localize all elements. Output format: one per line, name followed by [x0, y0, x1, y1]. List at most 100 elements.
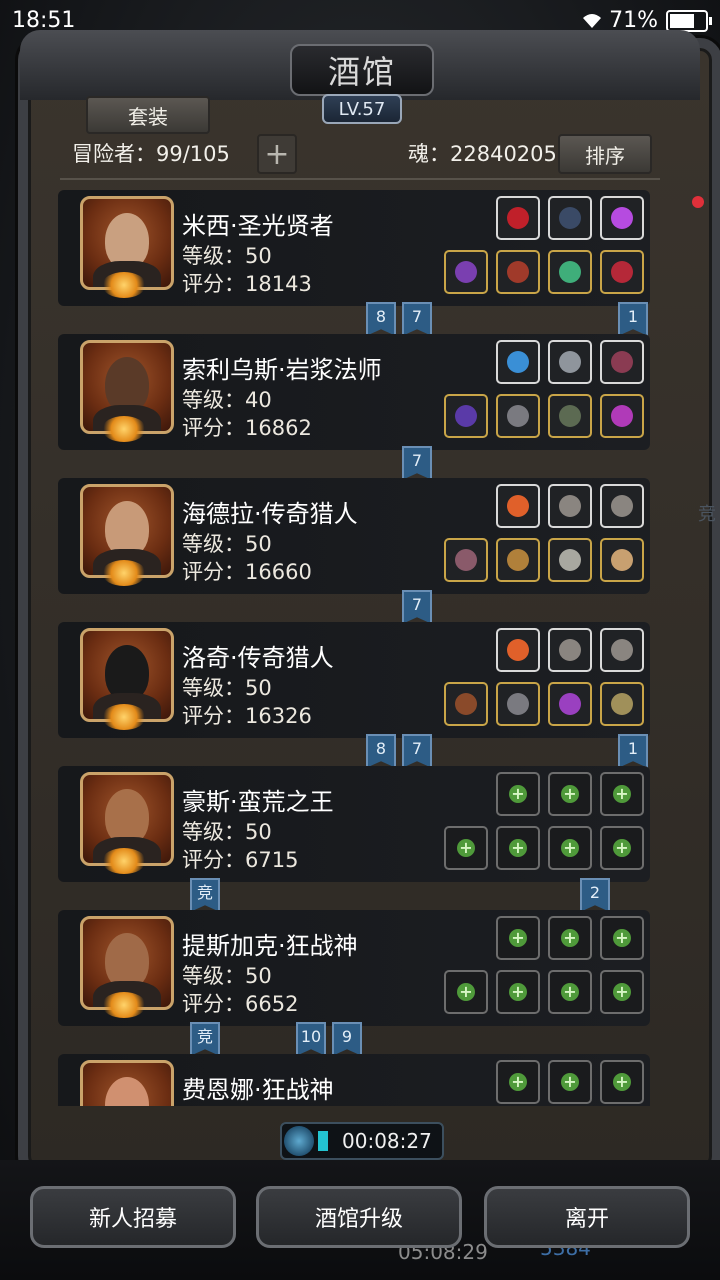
skill-ribbon: 竞	[190, 878, 220, 912]
feather-icon[interactable]	[600, 628, 644, 672]
empty-equip-slot[interactable]: +	[496, 1060, 540, 1104]
hero-name: 索利乌斯·岩浆法师	[182, 356, 382, 384]
empty-equip-slot[interactable]: +	[496, 970, 540, 1014]
gold-bracer-icon[interactable]	[600, 538, 644, 582]
hero-card[interactable]: 豪斯·蛮荒之王 等级：50 评分：6715 + + + + + + +	[58, 766, 650, 882]
divider	[60, 178, 660, 180]
hero-level: 等级：50	[182, 676, 272, 700]
dagger-icon[interactable]	[444, 538, 488, 582]
skill-ribbon: 8	[366, 302, 396, 336]
gold-armor-icon[interactable]	[496, 538, 540, 582]
hero-name: 海德拉·传奇猎人	[182, 500, 358, 528]
hero-level: 等级：50	[182, 964, 272, 988]
side-badge: 竞	[698, 504, 716, 525]
empty-equip-slot[interactable]: +	[496, 916, 540, 960]
hero-name: 洛奇·传奇猎人	[182, 644, 334, 672]
timer-bar	[318, 1131, 328, 1151]
hero-score: 评分：6715	[182, 848, 299, 872]
empty-equip-slot[interactable]: +	[548, 1060, 592, 1104]
hero-card[interactable]: 索利乌斯·岩浆法师等级：40 评分：16862	[58, 334, 650, 450]
timer-text: 00:08:27	[342, 1129, 432, 1153]
empty-equip-slot[interactable]: +	[600, 1060, 644, 1104]
skill-ribbon: 10	[296, 1022, 326, 1056]
dark-cloak-icon[interactable]	[600, 340, 644, 384]
purple-staff-icon[interactable]	[444, 250, 488, 294]
hero-name: 提斯加克·狂战神	[182, 932, 358, 960]
hero-score: 评分：16862	[182, 416, 312, 440]
green-ring-icon[interactable]	[548, 250, 592, 294]
skill-ribbon: 7	[402, 734, 432, 768]
set-button[interactable]: 套装	[86, 96, 210, 134]
purple-helm-icon[interactable]	[548, 682, 592, 726]
ruby-heart-icon[interactable]	[496, 196, 540, 240]
hero-list[interactable]: 米西·圣光贤者 等级：50 评分：18143 8 7 1 索利乌斯·岩浆法师 等级：40 评分：…	[58, 190, 662, 1106]
empty-equip-slot[interactable]: +	[600, 916, 644, 960]
hero-name: 费恩娜·狂战神	[182, 1076, 334, 1104]
battery-icon	[666, 9, 712, 32]
crimson-amulet-icon[interactable]	[600, 250, 644, 294]
sort-button[interactable]: 排序	[558, 134, 652, 174]
empty-equip-slot[interactable]: +	[548, 772, 592, 816]
hero-card[interactable]: 费恩娜·狂战神 + + +	[58, 1054, 650, 1106]
skill-ribbon: 9	[332, 1022, 362, 1056]
leave-button[interactable]: 离开	[484, 1186, 690, 1248]
adventurer-count: 冒险者：99/105	[72, 142, 230, 166]
magenta-gauntlet-icon[interactable]	[600, 394, 644, 438]
skill-ribbon: 1	[618, 302, 648, 336]
skill-ribbon: 2	[580, 878, 610, 912]
blue-orb-icon[interactable]	[496, 340, 540, 384]
hero-portrait[interactable]	[80, 1060, 174, 1106]
hero-card[interactable]: 米西·圣光贤者 等级：50 评分：18143	[58, 190, 650, 306]
wifi-icon	[583, 13, 602, 28]
hero-card[interactable]: 提斯加克·狂战神 等级：50 评分：6652 + + + + + + +	[58, 910, 650, 1026]
skill-ribbon: 7	[402, 590, 432, 624]
feather-icon[interactable]	[548, 628, 592, 672]
empty-equip-slot[interactable]: +	[548, 916, 592, 960]
purple-gem-icon[interactable]	[600, 196, 644, 240]
skill-ribbon: 竞	[190, 1022, 220, 1056]
feather-icon[interactable]	[600, 484, 644, 528]
empty-equip-slot[interactable]: +	[444, 826, 488, 870]
add-capacity-button[interactable]: +	[257, 134, 297, 174]
feather-icon[interactable]	[548, 484, 592, 528]
helmet-icon[interactable]	[548, 394, 592, 438]
fire-rune-icon[interactable]	[496, 484, 540, 528]
skill-ribbon: 1	[618, 734, 648, 768]
empty-equip-slot[interactable]: +	[496, 772, 540, 816]
skill-ribbon: 7	[402, 446, 432, 480]
hero-card[interactable]: 洛奇·传奇猎人等级：50 评分：16326	[58, 622, 650, 738]
upgrade-tavern-button[interactable]: 酒馆升级	[256, 1186, 462, 1248]
empty-equip-slot[interactable]: +	[600, 826, 644, 870]
beast-pet-icon[interactable]	[600, 682, 644, 726]
empty-equip-slot[interactable]: +	[548, 970, 592, 1014]
hero-score: 评分：16326	[182, 704, 312, 728]
hero-card[interactable]: 海德拉·传奇猎人 等级：50 评分：16660	[58, 478, 650, 594]
fire-rune-icon[interactable]	[496, 628, 540, 672]
chest-armor-icon[interactable]	[496, 682, 540, 726]
gold-helm-icon[interactable]	[548, 538, 592, 582]
red-armor-icon[interactable]	[496, 250, 540, 294]
rank-emblem-icon	[102, 992, 146, 1018]
dark-bow-icon[interactable]	[548, 196, 592, 240]
recruit-button[interactable]: 新人招募	[30, 1186, 236, 1248]
notification-dot	[692, 196, 704, 208]
skill-ribbon: 7	[402, 302, 432, 336]
empty-equip-slot[interactable]: +	[600, 772, 644, 816]
hero-name: 豪斯·蛮荒之王	[182, 788, 334, 816]
hero-level: 等级：50	[182, 532, 272, 556]
rank-emblem-icon	[102, 560, 146, 586]
hero-level: 等级：50	[182, 820, 272, 844]
chest-armor-icon[interactable]	[496, 394, 540, 438]
skill-ribbon: 8	[366, 734, 396, 768]
empty-equip-slot[interactable]: +	[600, 970, 644, 1014]
pistol-icon[interactable]	[444, 682, 488, 726]
violet-staff-icon[interactable]	[444, 394, 488, 438]
mask-icon[interactable]	[548, 340, 592, 384]
empty-equip-slot[interactable]: +	[444, 970, 488, 1014]
clock-icon	[284, 1126, 314, 1156]
level-badge: LV.57	[322, 94, 402, 124]
empty-equip-slot[interactable]: +	[548, 826, 592, 870]
title-plate: 酒馆	[290, 44, 434, 96]
hero-level: 等级：40	[182, 388, 272, 412]
empty-equip-slot[interactable]: +	[496, 826, 540, 870]
